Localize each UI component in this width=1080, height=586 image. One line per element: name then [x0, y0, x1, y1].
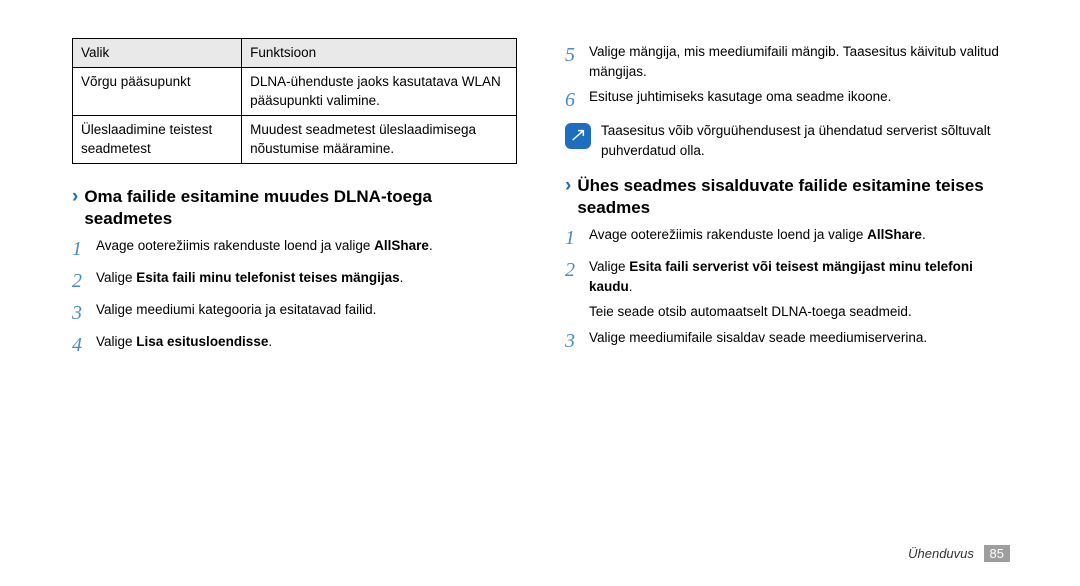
table-cell: Muudest seadmetest üleslaadimisega nõust… — [242, 115, 517, 163]
step-number: 3 — [565, 326, 589, 356]
step-number: 5 — [565, 40, 589, 70]
step-number: 1 — [72, 234, 96, 264]
heading-text: Ühes seadmes sisalduvate failide esitami… — [577, 175, 1010, 219]
step: 2Valige Esita faili serverist või teises… — [565, 257, 1010, 298]
table-head-cell: Funktsioon — [242, 39, 517, 68]
note-text: Taasesitus võib võrguühendusest ja ühend… — [601, 121, 1010, 162]
sub-text: Teie seade otsib automaatselt DLNA-toega… — [589, 302, 1010, 322]
step-text: Valige Esita faili serverist või teisest… — [589, 257, 1010, 298]
footer-section-name: Ühenduvus — [908, 546, 974, 561]
right-steps-c: 3Valige meediumifaile sisaldav seade mee… — [565, 328, 1010, 356]
table-header-row: Valik Funktsioon — [73, 39, 517, 68]
options-table: Valik Funktsioon Võrgu pääsupunkt DLNA-ü… — [72, 38, 517, 164]
section-heading-right: › Ühes seadmes sisalduvate failide esita… — [565, 175, 1010, 219]
right-steps-b: 1Avage ooterežiimis rakenduste loend ja … — [565, 225, 1010, 298]
step: 4Valige Lisa esitusloendisse. — [72, 332, 517, 360]
step: 6Esituse juhtimiseks kasutage oma seadme… — [565, 87, 1010, 115]
step-text: Valige Lisa esitusloendisse. — [96, 332, 517, 352]
step: 2Valige Esita faili minu telefonist teis… — [72, 268, 517, 296]
step: 1Avage ooterežiimis rakenduste loend ja … — [72, 236, 517, 264]
step-text: Avage ooterežiimis rakenduste loend ja v… — [589, 225, 1010, 245]
table-head-cell: Valik — [73, 39, 242, 68]
table-row: Üleslaadimine teistest seadmetest Muudes… — [73, 115, 517, 163]
page-content: Valik Funktsioon Võrgu pääsupunkt DLNA-ü… — [0, 0, 1080, 364]
step-number: 1 — [565, 223, 589, 253]
step-text: Valige mängija, mis meediumifaili mängib… — [589, 42, 1010, 83]
note-block: Taasesitus võib võrguühendusest ja ühend… — [565, 121, 1010, 162]
step-number: 3 — [72, 298, 96, 328]
heading-text: Oma failide esitamine muudes DLNA-toega … — [84, 186, 517, 230]
step: 5Valige mängija, mis meediumifaili mängi… — [565, 42, 1010, 83]
step: 3Valige meediumifaile sisaldav seade mee… — [565, 328, 1010, 356]
left-steps: 1Avage ooterežiimis rakenduste loend ja … — [72, 236, 517, 360]
note-icon — [565, 123, 591, 149]
step-number: 2 — [72, 266, 96, 296]
step: 3Valige meediumi kategooria ja esitatava… — [72, 300, 517, 328]
left-column: Valik Funktsioon Võrgu pääsupunkt DLNA-ü… — [72, 38, 517, 364]
chevron-right-icon: › — [72, 186, 78, 209]
step-text: Valige meediumifaile sisaldav seade meed… — [589, 328, 1010, 348]
step-number: 6 — [565, 85, 589, 115]
step-text: Valige Esita faili minu telefonist teise… — [96, 268, 517, 288]
step-text: Valige meediumi kategooria ja esitatavad… — [96, 300, 517, 320]
footer-page-number: 85 — [984, 545, 1010, 562]
step-number: 2 — [565, 255, 589, 285]
right-column: 5Valige mängija, mis meediumifaili mängi… — [565, 38, 1010, 364]
step: 1Avage ooterežiimis rakenduste loend ja … — [565, 225, 1010, 253]
chevron-right-icon: › — [565, 175, 571, 198]
page-footer: Ühenduvus 85 — [908, 545, 1010, 562]
section-heading-left: › Oma failide esitamine muudes DLNA-toeg… — [72, 186, 517, 230]
table-cell: Üleslaadimine teistest seadmetest — [73, 115, 242, 163]
step-number: 4 — [72, 330, 96, 360]
step-text: Esituse juhtimiseks kasutage oma seadme … — [589, 87, 1010, 107]
table-row: Võrgu pääsupunkt DLNA-ühenduste jaoks ka… — [73, 67, 517, 115]
step-text: Avage ooterežiimis rakenduste loend ja v… — [96, 236, 517, 256]
table-cell: DLNA-ühenduste jaoks kasutatava WLAN pää… — [242, 67, 517, 115]
right-steps-a: 5Valige mängija, mis meediumifaili mängi… — [565, 42, 1010, 115]
table-cell: Võrgu pääsupunkt — [73, 67, 242, 115]
